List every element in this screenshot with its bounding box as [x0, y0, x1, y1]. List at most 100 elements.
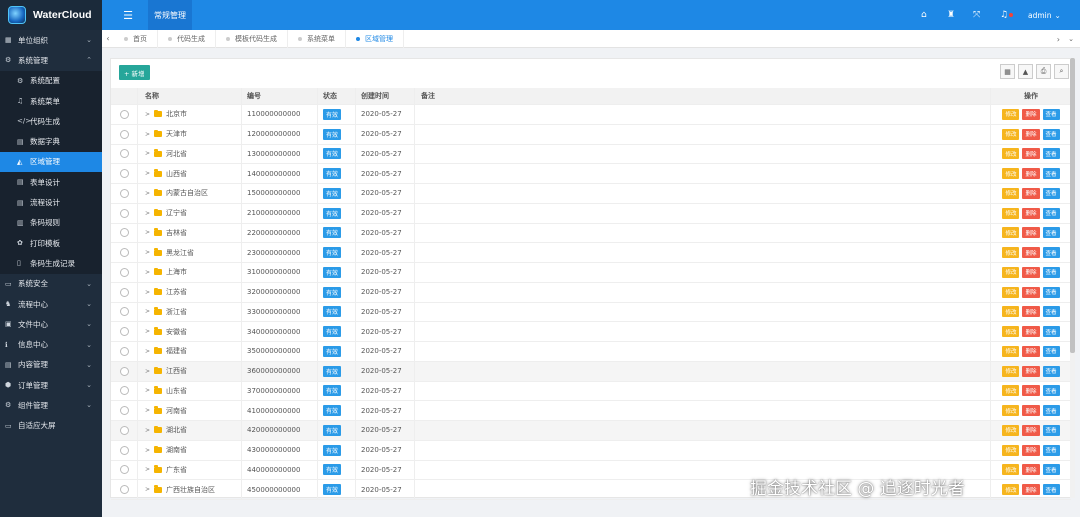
delete-button[interactable]: 删除 — [1022, 405, 1040, 417]
expand-arrow-icon[interactable]: > — [145, 368, 150, 375]
delete-button[interactable]: 删除 — [1022, 306, 1040, 318]
edit-button[interactable]: 修改 — [1002, 148, 1020, 160]
view-button[interactable]: 查看 — [1042, 385, 1060, 397]
radio-button[interactable] — [119, 287, 129, 297]
table-row[interactable]: > 湖北省 420000000000 有效 2020-05-27 修改 删除 查看 — [111, 421, 1071, 441]
row-select[interactable] — [111, 382, 137, 401]
expand-arrow-icon[interactable]: > — [145, 111, 150, 118]
delete-button[interactable]: 删除 — [1022, 464, 1040, 476]
table-row[interactable]: > 北京市 110000000000 有效 2020-05-27 修改 删除 查看 — [111, 105, 1071, 125]
row-select[interactable] — [111, 263, 137, 282]
row-select[interactable] — [111, 461, 137, 480]
vertical-scrollbar[interactable] — [1070, 58, 1075, 498]
view-button[interactable]: 查看 — [1042, 227, 1060, 239]
expand-arrow-icon[interactable]: > — [145, 150, 150, 157]
sidebar-item[interactable]: ▯ 条码生成记录 — [0, 253, 102, 274]
row-select[interactable] — [111, 243, 137, 262]
row-select[interactable] — [111, 164, 137, 183]
expand-arrow-icon[interactable]: > — [145, 466, 150, 473]
chevron-right-icon[interactable]: › — [1057, 30, 1060, 48]
view-button[interactable]: 查看 — [1042, 326, 1060, 338]
table-row[interactable]: > 上海市 310000000000 有效 2020-05-27 修改 删除 查看 — [111, 263, 1071, 283]
sidebar-item[interactable]: ▭ 自适应大屏 — [0, 416, 102, 436]
radio-button[interactable] — [119, 485, 129, 495]
radio-button[interactable] — [119, 445, 129, 455]
view-button[interactable]: 查看 — [1042, 345, 1060, 357]
sidebar-item[interactable]: ♞ 流程中心 ⌄ — [0, 294, 102, 314]
radio-button[interactable] — [119, 169, 129, 179]
edit-button[interactable]: 修改 — [1002, 266, 1020, 278]
edit-button[interactable]: 修改 — [1002, 306, 1020, 318]
edit-button[interactable]: 修改 — [1002, 207, 1020, 219]
radio-button[interactable] — [119, 327, 129, 337]
view-button[interactable]: 查看 — [1042, 247, 1060, 259]
delete-button[interactable]: 删除 — [1022, 128, 1040, 140]
page-tab[interactable]: 系统菜单 — [288, 29, 346, 48]
delete-button[interactable]: 删除 — [1022, 326, 1040, 338]
table-row[interactable]: > 吉林省 220000000000 有效 2020-05-27 修改 删除 查看 — [111, 223, 1071, 244]
delete-button[interactable]: 删除 — [1022, 484, 1040, 496]
table-row[interactable]: > 河南省 410000000000 有效 2020-05-27 修改 删除 查看 — [111, 401, 1071, 421]
edit-button[interactable]: 修改 — [1002, 247, 1020, 259]
bell-icon[interactable]: ♫ — [1000, 0, 1014, 30]
edit-button[interactable]: 修改 — [1002, 424, 1020, 436]
view-button[interactable]: 查看 — [1042, 207, 1060, 219]
radio-button[interactable] — [119, 149, 129, 159]
print-icon[interactable]: ⎙ — [1036, 64, 1051, 79]
expand-arrow-icon[interactable]: > — [145, 407, 150, 414]
fullscreen-icon[interactable]: ⤧ — [973, 0, 980, 30]
menu-toggle-icon[interactable]: ☰ — [116, 0, 140, 30]
delete-button[interactable]: 删除 — [1022, 187, 1040, 199]
sidebar-item[interactable]: ⚙ 系统管理 ⌃ — [0, 50, 102, 70]
sidebar-item[interactable]: ℹ 信息中心 ⌄ — [0, 334, 102, 354]
radio-button[interactable] — [119, 366, 129, 376]
row-select[interactable] — [111, 204, 137, 223]
sidebar-item[interactable]: ▤ 流程设计 — [0, 192, 102, 213]
delete-button[interactable]: 删除 — [1022, 227, 1040, 239]
delete-button[interactable]: 删除 — [1022, 286, 1040, 298]
delete-button[interactable]: 删除 — [1022, 385, 1040, 397]
export-icon[interactable]: ▲ — [1018, 64, 1033, 79]
row-select[interactable] — [111, 441, 137, 460]
add-button[interactable]: + 新增 — [119, 65, 150, 80]
view-button[interactable]: 查看 — [1042, 128, 1060, 140]
table-row[interactable]: > 安徽省 340000000000 有效 2020-05-27 修改 删除 查看 — [111, 322, 1071, 342]
edit-button[interactable]: 修改 — [1002, 187, 1020, 199]
page-tab[interactable]: 代码生成 — [158, 29, 216, 48]
scrollbar-thumb[interactable] — [1070, 58, 1075, 353]
edit-button[interactable]: 修改 — [1002, 108, 1020, 120]
header-state[interactable]: 状态 — [317, 88, 355, 104]
view-button[interactable]: 查看 — [1042, 424, 1060, 436]
radio-button[interactable] — [119, 228, 129, 238]
row-select[interactable] — [111, 125, 137, 144]
edit-button[interactable]: 修改 — [1002, 484, 1020, 496]
view-button[interactable]: 查看 — [1042, 464, 1060, 476]
radio-button[interactable] — [119, 188, 129, 198]
row-select[interactable] — [111, 421, 137, 440]
sidebar-item[interactable]: ✿ 打印模板 — [0, 232, 102, 254]
row-select[interactable] — [111, 362, 137, 381]
row-select[interactable] — [111, 401, 137, 420]
view-button[interactable]: 查看 — [1042, 444, 1060, 456]
expand-arrow-icon[interactable]: > — [145, 387, 150, 394]
table-row[interactable]: > 黑龙江省 230000000000 有效 2020-05-27 修改 删除 查看 — [111, 243, 1071, 263]
page-tab[interactable]: 首页 — [114, 29, 158, 48]
expand-arrow-icon[interactable]: > — [145, 249, 150, 256]
row-select[interactable] — [111, 322, 137, 341]
view-button[interactable]: 查看 — [1042, 168, 1060, 180]
row-select[interactable] — [111, 224, 137, 243]
table-row[interactable]: > 山东省 370000000000 有效 2020-05-27 修改 删除 查看 — [111, 381, 1071, 402]
radio-button[interactable] — [119, 406, 129, 416]
radio-button[interactable] — [119, 129, 129, 139]
delete-button[interactable]: 删除 — [1022, 148, 1040, 160]
page-tab[interactable]: 模板代码生成 — [216, 29, 288, 48]
expand-arrow-icon[interactable]: > — [145, 269, 150, 276]
table-row[interactable]: > 湖南省 430000000000 有效 2020-05-27 修改 删除 查看 — [111, 440, 1071, 461]
view-button[interactable]: 查看 — [1042, 405, 1060, 417]
view-button[interactable]: 查看 — [1042, 306, 1060, 318]
delete-button[interactable]: 删除 — [1022, 365, 1040, 377]
chevron-left-icon[interactable]: ‹ — [102, 34, 114, 43]
row-select[interactable] — [111, 105, 137, 124]
view-button[interactable]: 查看 — [1042, 148, 1060, 160]
sidebar-item[interactable]: ▭ 系统安全 ⌄ — [0, 274, 102, 294]
